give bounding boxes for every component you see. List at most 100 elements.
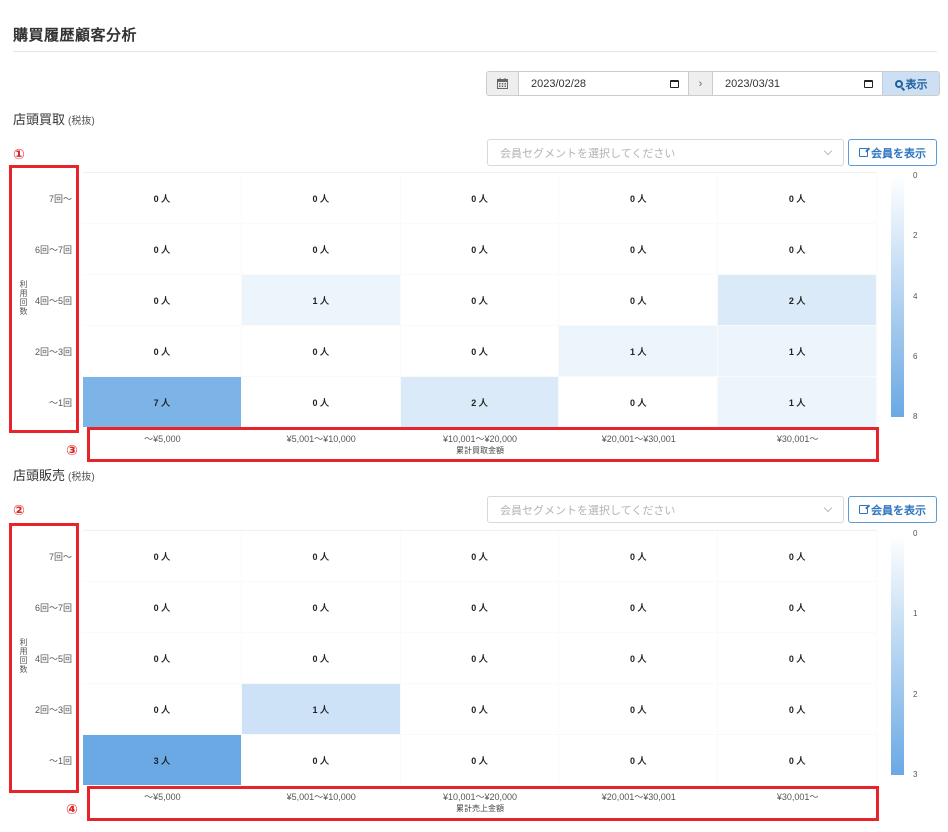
- start-date-calendar-icon[interactable]: [670, 79, 679, 88]
- heatmap-cell[interactable]: 0 人: [559, 275, 719, 326]
- show-button[interactable]: 表示: [882, 72, 939, 95]
- heatmap-cell[interactable]: 0 人: [83, 582, 242, 633]
- legend-tick: 4: [913, 291, 918, 301]
- end-date-value: 2023/03/31: [725, 77, 781, 90]
- heatmap-cell[interactable]: 0 人: [400, 326, 560, 377]
- show-members-label: 会員を表示: [871, 504, 926, 517]
- legend-tick: 0: [913, 529, 918, 538]
- end-date-input[interactable]: 2023/03/31: [713, 72, 882, 95]
- heatmap-cell[interactable]: 0 人: [559, 173, 719, 224]
- heatmap-cell[interactable]: 0 人: [400, 531, 560, 582]
- heatmap-cell[interactable]: 3 人: [83, 735, 242, 786]
- legend-tick: 2: [913, 231, 918, 241]
- external-link-icon: [859, 505, 868, 514]
- heatmap-cell[interactable]: 0 人: [83, 633, 242, 684]
- heatmap-cell[interactable]: 0 人: [559, 633, 719, 684]
- show-members-button[interactable]: 会員を表示: [848, 139, 937, 166]
- chevron-down-icon: [823, 503, 833, 513]
- section-heading-text: 店頭販売: [13, 468, 66, 483]
- heatmap-cell[interactable]: 0 人: [400, 582, 560, 633]
- heatmap-cell[interactable]: 1 人: [718, 326, 877, 377]
- heatmap-cell[interactable]: 0 人: [718, 684, 877, 735]
- heatmap-cell[interactable]: 0 人: [400, 684, 560, 735]
- legend-tick: 1: [913, 609, 918, 619]
- heatmap-cell[interactable]: 0 人: [718, 173, 877, 224]
- heatmap-cell[interactable]: 0 人: [400, 173, 560, 224]
- heatmap-cell[interactable]: 0 人: [718, 582, 877, 633]
- heatmap-cell[interactable]: 0 人: [241, 377, 401, 428]
- heatmap-cell[interactable]: 0 人: [241, 326, 401, 377]
- heatmap-cell[interactable]: 1 人: [241, 684, 401, 735]
- heatmap-cell[interactable]: 0 人: [718, 633, 877, 684]
- heatmap-cell[interactable]: 0 人: [241, 735, 401, 786]
- heatmap-cell[interactable]: 0 人: [241, 633, 401, 684]
- heatmap-sales: 0 人0 人0 人0 人0 人0 人0 人0 人0 人0 人0 人0 人0 人0…: [83, 531, 877, 786]
- heatmap-cell[interactable]: 0 人: [241, 173, 401, 224]
- section-heading-note: (税抜): [68, 472, 95, 483]
- heatmap-cell[interactable]: 0 人: [241, 582, 401, 633]
- heatmap-cell[interactable]: 0 人: [83, 326, 242, 377]
- legend-tick: 6: [913, 351, 918, 361]
- legend-tick: 0: [913, 171, 918, 180]
- heatmap-cell[interactable]: 0 人: [83, 531, 242, 582]
- start-date-value: 2023/02/28: [531, 77, 587, 90]
- title-divider: [13, 51, 937, 52]
- segment-select-placeholder: 会員セグメントを選択してください: [500, 147, 676, 160]
- heatmap-cell[interactable]: 1 人: [559, 326, 719, 377]
- heatmap-cell[interactable]: 0 人: [718, 224, 877, 275]
- heatmap-cell[interactable]: 2 人: [400, 377, 560, 428]
- heatmap-cell[interactable]: 0 人: [400, 633, 560, 684]
- annotation-badge-3: ③: [66, 442, 78, 458]
- heatmap-cell[interactable]: 0 人: [83, 173, 242, 224]
- heatmap-cell[interactable]: 0 人: [400, 275, 560, 326]
- date-separator-icon: ›: [688, 72, 713, 95]
- heatmap-cell[interactable]: 0 人: [241, 531, 401, 582]
- date-range-picker: 2023/02/28 › 2023/03/31 表示: [486, 71, 940, 96]
- show-members-label: 会員を表示: [871, 147, 926, 160]
- section-heading-text: 店頭買取: [13, 112, 66, 127]
- annotation-badge-2: ②: [13, 502, 25, 518]
- heatmap-cell[interactable]: 0 人: [559, 684, 719, 735]
- show-members-button[interactable]: 会員を表示: [848, 496, 937, 523]
- page-title: 購買履歴顧客分析: [13, 27, 138, 44]
- search-icon: [894, 79, 903, 88]
- color-legend-sales: [891, 534, 904, 775]
- annotation-box-1: [9, 165, 79, 433]
- legend-tick: 8: [913, 412, 918, 421]
- heatmap-cell[interactable]: 0 人: [83, 224, 242, 275]
- calendar-icon[interactable]: [487, 72, 519, 95]
- segment-select[interactable]: 会員セグメントを選択してください: [487, 139, 844, 166]
- heatmap-cell[interactable]: 0 人: [559, 735, 719, 786]
- heatmap-cell[interactable]: 0 人: [400, 224, 560, 275]
- heatmap-cell[interactable]: 0 人: [83, 275, 242, 326]
- heatmap-cell[interactable]: 2 人: [718, 275, 877, 326]
- end-date-calendar-icon[interactable]: [864, 79, 873, 88]
- annotation-box-2: [9, 523, 79, 793]
- heatmap-cell[interactable]: 1 人: [718, 377, 877, 428]
- legend-tick: 2: [913, 689, 918, 699]
- segment-select[interactable]: 会員セグメントを選択してください: [487, 496, 844, 523]
- heatmap-cell[interactable]: 0 人: [559, 531, 719, 582]
- heatmap-cell[interactable]: 0 人: [241, 224, 401, 275]
- annotation-box-4: [87, 786, 879, 821]
- show-button-label: 表示: [905, 78, 928, 91]
- heatmap-cell[interactable]: 0 人: [559, 224, 719, 275]
- heatmap-cell[interactable]: 0 人: [400, 735, 560, 786]
- external-link-icon: [859, 148, 868, 157]
- heatmap-cell[interactable]: 7 人: [83, 377, 242, 428]
- section-heading-buyback: 店頭買取 (税抜): [13, 109, 95, 128]
- heatmap-cell[interactable]: 0 人: [559, 582, 719, 633]
- annotation-badge-4: ④: [66, 801, 78, 817]
- heatmap-buyback: 0 人0 人0 人0 人0 人0 人0 人0 人0 人0 人0 人1 人0 人0…: [83, 173, 877, 428]
- heatmap-cell[interactable]: 0 人: [83, 684, 242, 735]
- section-heading-note: (税抜): [68, 116, 95, 127]
- heatmap-cell[interactable]: 0 人: [718, 735, 877, 786]
- annotation-badge-1: ①: [13, 146, 25, 162]
- segment-select-placeholder: 会員セグメントを選択してください: [500, 504, 676, 517]
- heatmap-cell[interactable]: 0 人: [559, 377, 719, 428]
- heatmap-cell[interactable]: 0 人: [718, 531, 877, 582]
- heatmap-cell[interactable]: 1 人: [241, 275, 401, 326]
- start-date-input[interactable]: 2023/02/28: [519, 72, 688, 95]
- color-legend-buyback: [891, 176, 904, 417]
- chevron-down-icon: [823, 146, 833, 156]
